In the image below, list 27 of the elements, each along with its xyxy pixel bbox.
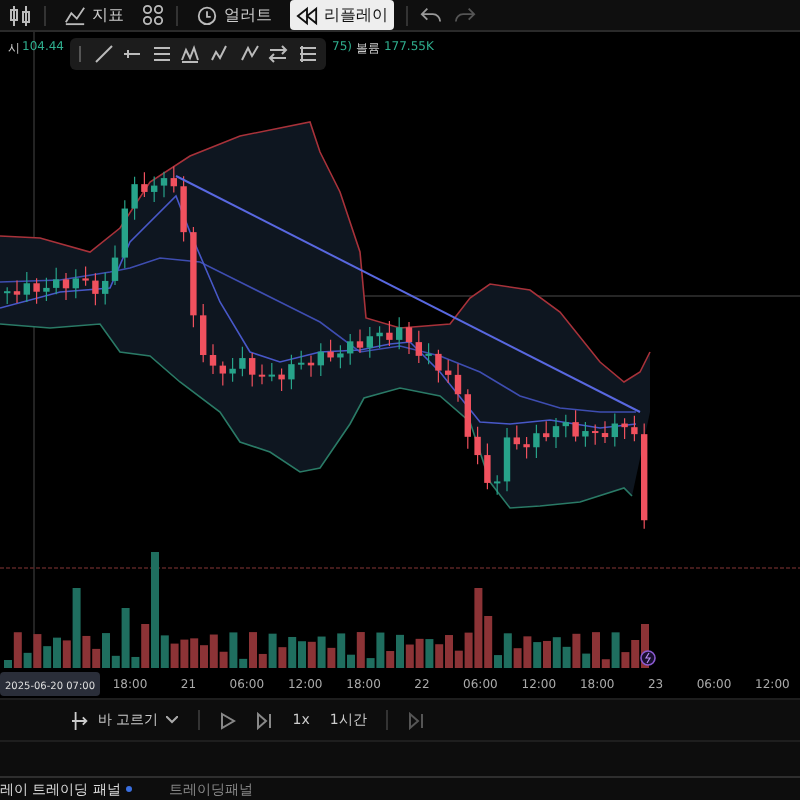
undo-icon[interactable] [420, 5, 442, 25]
redo-icon[interactable] [454, 5, 476, 25]
wave-tool-icon[interactable] [210, 44, 230, 64]
alerts-button[interactable]: 얼러트 [190, 0, 278, 30]
grid-icon[interactable] [142, 4, 164, 26]
trend-line[interactable] [175, 175, 641, 413]
play-icon[interactable] [220, 711, 237, 729]
jump-to-end-icon[interactable] [408, 711, 425, 729]
chart-line-icon [64, 4, 86, 26]
pattern-tool-icon[interactable] [180, 44, 201, 64]
drag-handle-icon[interactable] [78, 44, 85, 64]
caret-icon [166, 716, 179, 724]
indicators-button[interactable]: 지표 [58, 0, 130, 30]
list-tool-icon[interactable] [297, 44, 318, 64]
line-tool-icon[interactable] [93, 44, 114, 64]
wave-tool-icon[interactable] [239, 44, 260, 64]
ray-tool-icon[interactable] [122, 44, 143, 64]
lightning-icon[interactable] [640, 650, 656, 666]
rewind-icon [296, 5, 318, 25]
replay-button[interactable]: 리플레이 [290, 0, 394, 30]
candles-icon[interactable] [8, 3, 32, 27]
step-forward-icon[interactable] [256, 711, 273, 729]
alarm-clock-icon [196, 4, 218, 26]
arrow-to-bar-icon [72, 711, 90, 729]
parallel-lines-icon[interactable] [151, 44, 172, 64]
range-tool-icon[interactable] [268, 44, 289, 64]
time-axis-highlight-label [0, 672, 100, 696]
